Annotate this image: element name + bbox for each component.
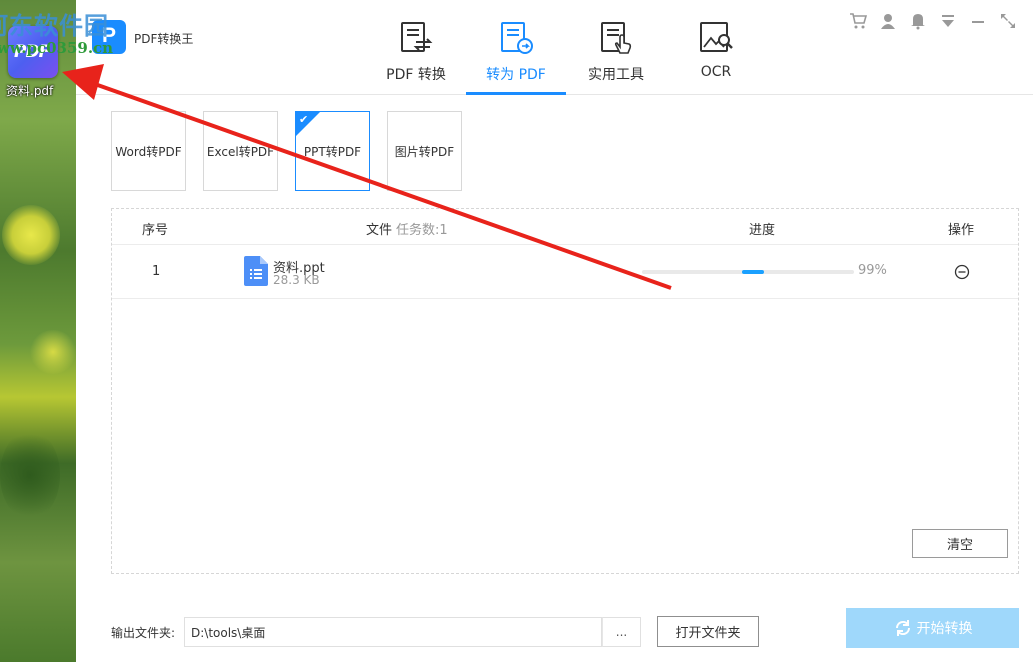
window-controls [849,12,1017,30]
app-window: P PDF转换王 PDF 转换 转为 PDF 实用工具 OCR Word转PDF… [76,0,1033,662]
conversion-types: Word转PDF Excel转PDF ✔ PPT转PDF 图片转PDF [111,111,462,191]
progress-fill [742,270,764,274]
table-row[interactable]: 1 资料.ppt 28.3 KB 99% [112,245,1018,299]
file-size: 28.3 KB [273,273,320,287]
type-excel-to-pdf[interactable]: Excel转PDF [203,111,278,191]
dropdown-icon[interactable] [939,12,957,30]
type-ppt-to-pdf[interactable]: ✔ PPT转PDF [295,111,370,191]
desktop-flower [2,205,60,265]
clear-button[interactable]: 清空 [912,529,1008,558]
tab-tools[interactable]: 实用工具 [566,0,666,95]
header-file: 文件 任务数:1 [366,223,448,238]
tab-label: 转为 PDF [486,67,546,83]
desktop-background: PDF 资料.pdf [0,0,76,662]
refresh-icon [895,620,910,636]
tab-label: 实用工具 [588,67,644,83]
tab-ocr[interactable]: OCR [666,0,766,95]
browse-button[interactable]: ... [602,617,641,647]
user-icon[interactable] [879,12,897,30]
cart-icon[interactable] [849,12,867,30]
site-watermark: 河东软件园 www.pc0359.cn [0,6,113,57]
type-image-to-pdf[interactable]: 图片转PDF [387,111,462,191]
watermark-line1: 河东软件园 [0,11,109,40]
progress-text: 99% [858,263,887,278]
tab-pdf-convert[interactable]: PDF 转换 [366,0,466,95]
progress-bar [642,270,854,274]
app-header: P PDF转换王 PDF 转换 转为 PDF 实用工具 OCR [76,0,1033,95]
header-progress: 进度 [749,223,776,238]
check-icon: ✔ [299,113,309,126]
table-header: 序号 文件 任务数:1 进度 操作 [112,209,1018,245]
desktop-shadow [0,430,60,520]
maximize-icon[interactable] [999,12,1017,30]
tab-to-pdf[interactable]: 转为 PDF [466,0,566,95]
output-folder-label: 输出文件夹: [111,626,176,640]
to-pdf-icon [501,22,533,54]
type-word-to-pdf[interactable]: Word转PDF [111,111,186,191]
task-count: 任务数:1 [396,223,448,238]
watermark-line2: www.pc0359.cn [0,39,114,57]
minimize-icon[interactable] [969,12,987,30]
pdf-convert-icon [401,22,433,52]
start-convert-label: 开始转换 [916,621,973,637]
app-title: PDF转换王 [134,32,194,46]
output-path-input[interactable] [185,618,601,646]
output-path-field [184,617,602,647]
start-convert-button[interactable]: 开始转换 [846,608,1019,648]
header-seq: 序号 [142,223,169,238]
row-seq: 1 [152,264,161,279]
open-folder-button[interactable]: 打开文件夹 [657,616,759,647]
remove-icon[interactable] [954,264,970,280]
bell-icon[interactable] [909,12,927,30]
main-tabs: PDF 转换 转为 PDF 实用工具 OCR [366,0,766,95]
tools-icon [601,22,632,54]
tab-label: OCR [700,64,732,80]
file-list-panel: 序号 文件 任务数:1 进度 操作 1 资料.ppt 28.3 KB 99% 清空 [111,208,1019,574]
tab-label: PDF 转换 [386,67,446,83]
ocr-icon [700,22,733,52]
desktop-file-label: 资料.pdf [6,84,54,98]
ppt-file-icon [244,256,268,286]
desktop-flower [30,330,76,374]
header-action: 操作 [948,223,975,238]
